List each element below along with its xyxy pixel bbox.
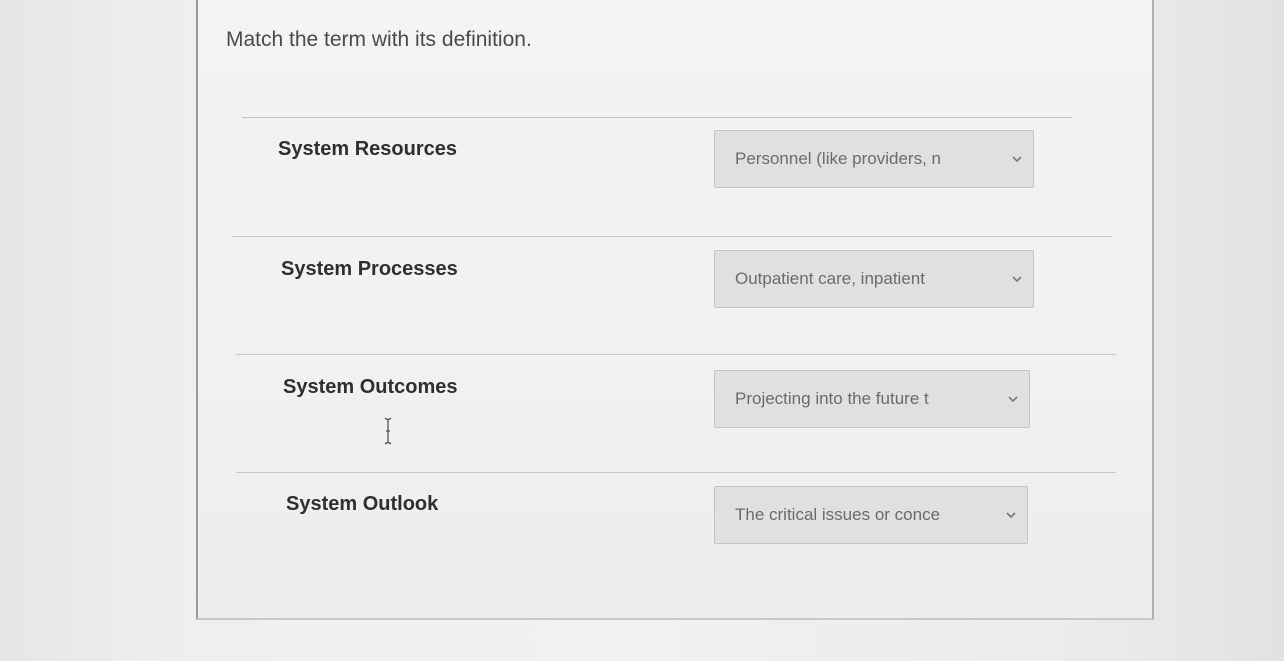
row-divider: [232, 236, 1112, 237]
definition-select-system-resources[interactable]: Personnel (like providers, n: [714, 130, 1034, 188]
select-value: Projecting into the future t: [735, 389, 929, 408]
row-divider: [236, 354, 1116, 355]
select-value: The critical issues or conce: [735, 505, 941, 524]
row-divider: [242, 117, 1072, 118]
definition-select-system-processes[interactable]: Outpatient care, inpatient: [714, 250, 1034, 308]
chevron-down-icon: [1012, 276, 1022, 283]
term-label-system-outcomes: System Outcomes: [283, 376, 458, 398]
matching-question-card: Match the term with its definition. Syst…: [196, 0, 1154, 620]
chevron-down-icon: [1006, 512, 1016, 519]
chevron-down-icon: [1008, 396, 1018, 403]
term-label-system-resources: System Resources: [278, 138, 457, 160]
select-value: Outpatient care, inpatient: [735, 269, 925, 288]
term-label-system-outlook: System Outlook: [286, 493, 439, 515]
select-value: Personnel (like providers, n: [735, 149, 941, 168]
chevron-down-icon: [1012, 156, 1022, 163]
row-divider: [236, 472, 1116, 473]
definition-select-system-outlook[interactable]: The critical issues or conce: [714, 486, 1028, 544]
text-cursor-icon: [384, 417, 392, 445]
term-label-system-processes: System Processes: [281, 258, 458, 280]
definition-select-system-outcomes[interactable]: Projecting into the future t: [714, 370, 1030, 428]
question-instructions: Match the term with its definition.: [226, 28, 532, 51]
